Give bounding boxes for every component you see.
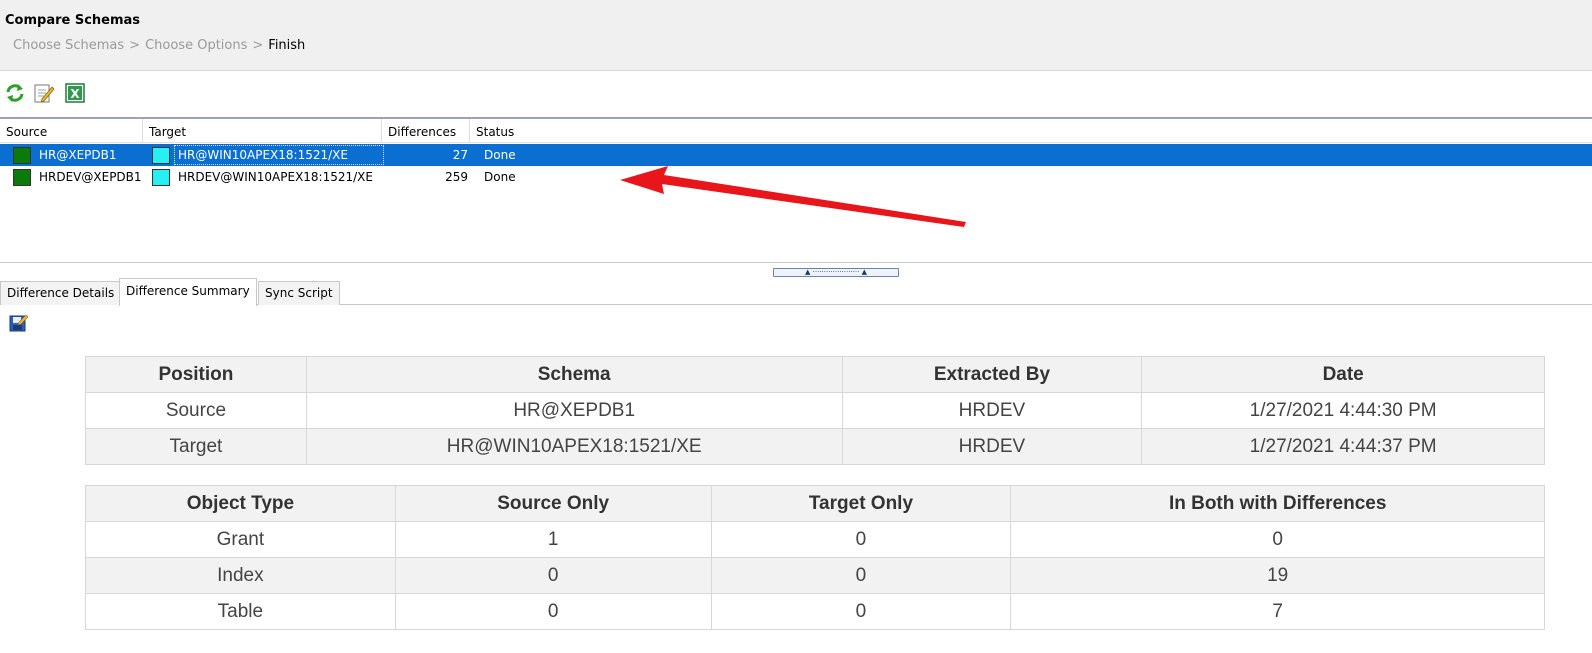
column-header-extracted-by: Extracted By [841, 356, 1143, 393]
column-header-date: Date [1141, 356, 1545, 393]
table-cell: 7 [1010, 593, 1545, 630]
table-cell: 0 [710, 521, 1012, 558]
table-row: Table 0 0 7 [85, 593, 1545, 630]
table-header-row: Object Type Source Only Target Only In B… [85, 485, 1545, 522]
table-cell: 1 [394, 521, 712, 558]
table-cell: 1/27/2021 4:44:30 PM [1141, 392, 1545, 429]
table-cell: 0 [394, 557, 712, 594]
table-cell: 19 [1010, 557, 1545, 594]
table-cell: 0 [1010, 521, 1545, 558]
table-cell: Index [85, 557, 396, 594]
table-cell: HR@WIN10APEX18:1521/XE [305, 428, 843, 465]
column-header-object-type: Object Type [85, 485, 396, 522]
table-cell: HRDEV [841, 428, 1143, 465]
column-header-target-only: Target Only [710, 485, 1012, 522]
table-cell: HR@XEPDB1 [305, 392, 843, 429]
table-header-row: Position Schema Extracted By Date [85, 356, 1545, 393]
save-icon[interactable] [8, 313, 29, 333]
column-header-position: Position [85, 356, 307, 393]
table-cell: HRDEV [841, 392, 1143, 429]
table-cell: 0 [710, 557, 1012, 594]
tab-difference-details[interactable]: Difference Details [0, 281, 122, 305]
table-row: Grant 1 0 0 [85, 521, 1545, 558]
table-cell: Table [85, 593, 396, 630]
table-row: Source HR@XEPDB1 HRDEV 1/27/2021 4:44:30… [85, 392, 1545, 429]
table-cell: 0 [394, 593, 712, 630]
tab-bar: Difference Details Difference Summary Sy… [0, 278, 1592, 306]
tab-difference-summary[interactable]: Difference Summary [119, 278, 257, 306]
column-header-in-both: In Both with Differences [1010, 485, 1545, 522]
table-cell: Target [85, 428, 307, 465]
table-cell: 0 [710, 593, 1012, 630]
table-row: Target HR@WIN10APEX18:1521/XE HRDEV 1/27… [85, 428, 1545, 465]
schema-summary-table: Position Schema Extracted By Date Source… [85, 356, 1545, 465]
table-cell: Source [85, 392, 307, 429]
tab-sync-script[interactable]: Sync Script [258, 281, 340, 305]
column-header-source-only: Source Only [394, 485, 712, 522]
table-row: Index 0 0 19 [85, 557, 1545, 594]
table-cell: 1/27/2021 4:44:37 PM [1141, 428, 1545, 465]
object-summary-table: Object Type Source Only Target Only In B… [85, 485, 1545, 630]
splitter-handle[interactable]: ▲ ····················· ▲ [773, 268, 899, 277]
column-header-schema: Schema [305, 356, 843, 393]
table-cell: Grant [85, 521, 396, 558]
